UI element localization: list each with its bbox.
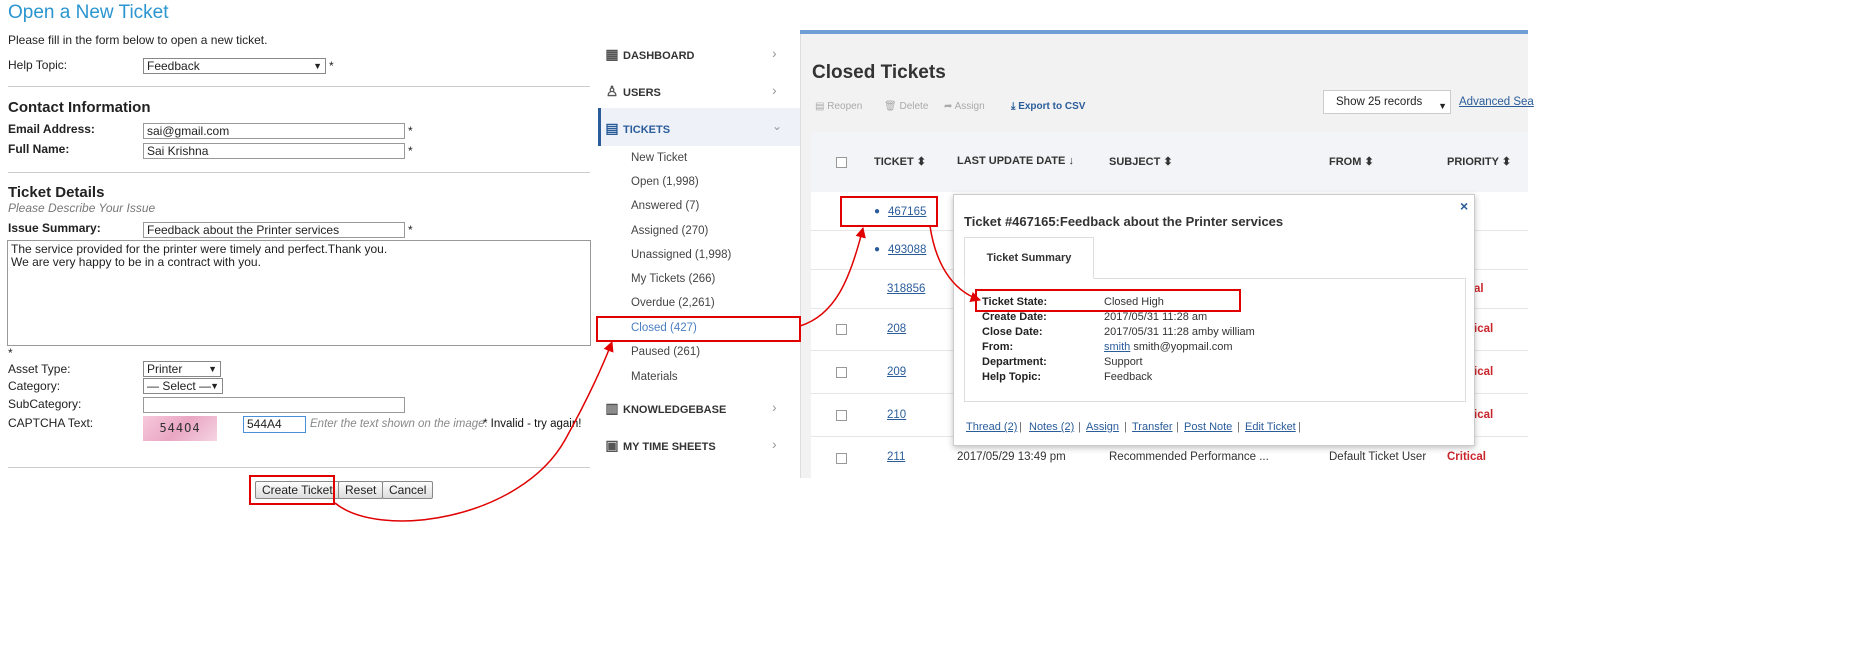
arrow-create-to-closed [334, 341, 614, 522]
annotation-arrows [334, 225, 981, 522]
arrow-ticket-to-state [929, 225, 981, 302]
arrow-closed-to-ticket [799, 226, 866, 327]
